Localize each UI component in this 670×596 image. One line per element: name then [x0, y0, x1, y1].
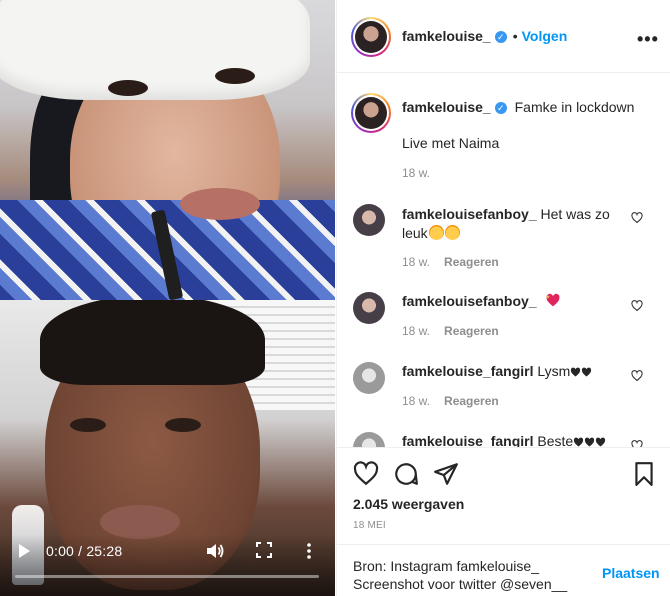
heart-icon[interactable]: [631, 370, 643, 382]
black-heart-emoji-icon: [582, 367, 592, 377]
header-user: famkelouise_ ✓ • Volgen: [402, 28, 567, 44]
comment-age: 18 w.: [402, 255, 431, 269]
comments-list[interactable]: famkelouise_ ✓ Famke in lockdown Live met…: [337, 73, 670, 447]
post-button[interactable]: Plaatsen: [602, 565, 660, 581]
view-count[interactable]: 2.045 weergaven: [353, 496, 464, 512]
post-panel: famkelouise_ ✓ • Volgen ••• famkelouise_ ✓ F…: [336, 0, 670, 596]
caption: famkelouise_ ✓ Famke in lockdown: [402, 99, 634, 115]
black-heart-emoji-icon: [596, 437, 606, 447]
list-item: famkelouisefanboy_: [402, 293, 561, 309]
comment-icon[interactable]: [393, 461, 419, 487]
video-figure: [165, 418, 201, 432]
video-figure: [215, 68, 255, 84]
heart-icon[interactable]: [631, 440, 643, 447]
comment-input[interactable]: Bron: Instagram famkelouise_ Screenshot …: [353, 557, 593, 593]
verified-icon: ✓: [494, 31, 507, 43]
comment-meta: 18 w. Reageren: [402, 324, 499, 338]
play-icon[interactable]: [16, 543, 32, 559]
comment-meta: 18 w. Reageren: [402, 255, 499, 269]
smiling-hearts-emoji-icon: [428, 225, 444, 240]
comment-meta: 18 w. Reageren: [402, 394, 499, 408]
video-player[interactable]: 0:00 / 25:28: [0, 0, 335, 596]
comment-text: Beste: [537, 433, 574, 447]
comment-user[interactable]: famkelouisefanboy_: [402, 206, 537, 222]
list-item: famkelouisefanboy_ Het was zo leuk: [402, 205, 627, 243]
video-frame-top: [0, 0, 335, 300]
more-vertical-icon[interactable]: [305, 542, 313, 560]
video-figure: [40, 300, 265, 385]
follow-button[interactable]: Volgen: [522, 28, 568, 44]
reply-button[interactable]: Reageren: [444, 255, 499, 269]
video-figure: [108, 80, 148, 96]
heart-icon[interactable]: [353, 461, 379, 487]
video-time: 0:00 / 25:28: [46, 543, 123, 559]
fullscreen-icon[interactable]: [256, 542, 272, 558]
volume-icon[interactable]: [205, 541, 225, 561]
list-item: famkelouise_fangirl Lysm: [402, 363, 592, 379]
comment-age: 18 w.: [402, 394, 431, 408]
comment-compose: Bron: Instagram famkelouise_ Screenshot …: [337, 544, 670, 596]
post-actions: 2.045 weergaven 18 MEI: [337, 447, 670, 552]
reply-button[interactable]: Reageren: [444, 324, 499, 338]
verified-icon: ✓: [494, 102, 507, 114]
bookmark-icon[interactable]: [631, 461, 657, 487]
video-figure: [0, 0, 310, 100]
comment-user[interactable]: famkelouise_fangirl: [402, 363, 534, 379]
comment-age: 18 w.: [402, 324, 431, 338]
caption-body: Live met Naima: [402, 135, 500, 151]
caption-age: 18 w.: [402, 166, 431, 180]
more-horizontal-icon[interactable]: •••: [637, 29, 659, 50]
avatar[interactable]: [351, 17, 391, 57]
comment-text: Lysm: [537, 363, 571, 379]
video-progress-bar[interactable]: [15, 575, 319, 578]
heart-icon[interactable]: [631, 212, 643, 224]
video-figure: [70, 418, 106, 432]
comment-user[interactable]: famkelouisefanboy_: [402, 293, 537, 309]
black-heart-emoji-icon: [571, 367, 581, 377]
separator-dot: •: [512, 28, 518, 44]
avatar[interactable]: [353, 362, 385, 394]
list-item: famkelouise_fangirl Beste: [402, 433, 606, 447]
heart-icon[interactable]: [631, 300, 643, 312]
username-link[interactable]: famkelouise_: [402, 28, 491, 44]
smiling-hearts-emoji-icon: [444, 225, 460, 240]
post-date: 18 MEI: [353, 520, 386, 531]
reply-button[interactable]: Reageren: [444, 394, 499, 408]
video-figure: [180, 188, 260, 220]
avatar[interactable]: [353, 432, 385, 447]
post-header: famkelouise_ ✓ • Volgen •••: [337, 0, 670, 73]
avatar[interactable]: [351, 93, 391, 133]
black-heart-emoji-icon: [585, 437, 595, 447]
black-heart-emoji-icon: [574, 437, 584, 447]
caption-title: Famke in lockdown: [514, 99, 635, 115]
caption-user[interactable]: famkelouise_: [402, 99, 491, 115]
sparkling-heart-emoji-icon: [545, 293, 560, 307]
avatar[interactable]: [353, 292, 385, 324]
share-icon[interactable]: [433, 461, 459, 487]
comment-user[interactable]: famkelouise_fangirl: [402, 433, 534, 447]
avatar[interactable]: [353, 204, 385, 236]
